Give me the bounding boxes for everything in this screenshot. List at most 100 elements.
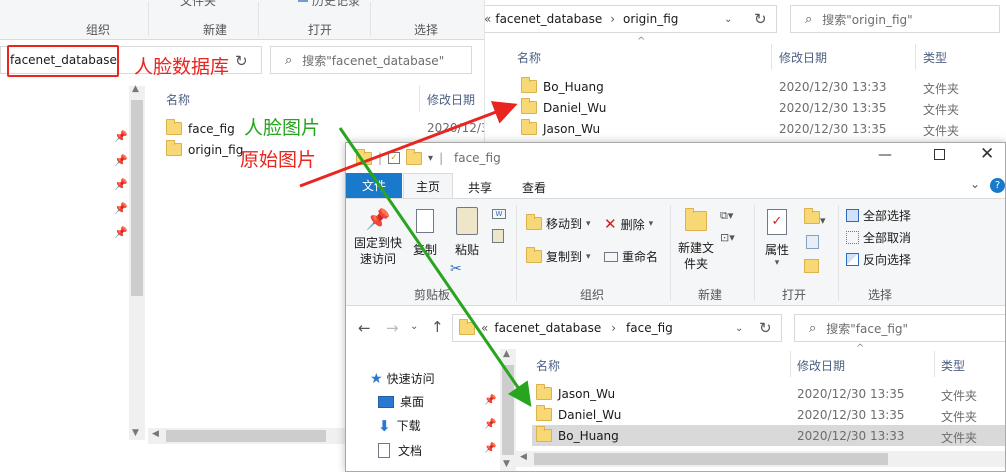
rename-button[interactable]: 重命名 (604, 248, 658, 265)
breadcrumb-item[interactable]: origin_fig (623, 12, 678, 26)
origin-col-name[interactable]: 名称 (517, 49, 541, 66)
sort-up-icon: ^ (856, 343, 865, 354)
left-nav-pane (0, 82, 130, 442)
left-nav-scrollbar[interactable]: ▲ ▼ (129, 84, 145, 440)
help-icon[interactable]: ? (990, 178, 1005, 193)
back-arrow-icon[interactable]: ← (358, 319, 371, 337)
easy-access-icon[interactable]: ⊡▾ (720, 231, 735, 244)
dropdown-icon: ▾ (586, 251, 591, 262)
breadcrumb-item[interactable]: face_fig (626, 321, 673, 335)
properties-button[interactable]: ✓ 属性 ▾ (760, 207, 794, 268)
table-row[interactable]: Jason_Wu (536, 383, 615, 404)
folder-icon (521, 77, 537, 93)
pin-icon[interactable]: 📌 (484, 395, 496, 406)
nav-item-quick-access[interactable]: ★ 快速访问 (370, 368, 435, 389)
close-icon[interactable]: ✕ (980, 144, 994, 164)
minimize-icon[interactable]: — (878, 147, 892, 163)
refresh-icon[interactable]: ↻ (759, 319, 772, 337)
folder-icon (536, 426, 552, 442)
item-name: Daniel_Wu (543, 100, 607, 115)
dropdown-icon: ▾ (648, 219, 654, 229)
cut-icon[interactable]: ✂ (450, 261, 462, 277)
main-nav-scrollbar[interactable]: ▲ ▼ (500, 349, 516, 471)
list-item[interactable]: Bo_Huang (521, 76, 604, 97)
tab-home[interactable]: 主页 (403, 173, 453, 199)
folder-icon[interactable] (406, 148, 423, 165)
main-address-bar[interactable]: « facenet_database › face_fig ⌄ ↻ (452, 314, 782, 342)
folder-icon (521, 119, 537, 135)
breadcrumb-item[interactable]: facenet_database (494, 321, 601, 335)
recent-dropdown-icon[interactable]: ⌄ (410, 321, 418, 332)
new-folder-button[interactable]: 新建文件夹 (676, 207, 716, 272)
refresh-icon[interactable]: ↻ (754, 10, 767, 28)
select-all-button[interactable]: 全部选择 (846, 207, 911, 224)
left-col-name[interactable]: 名称 (166, 91, 190, 108)
select-none-button[interactable]: 全部取消 (846, 229, 911, 246)
paste-shortcut-icon[interactable] (492, 229, 504, 243)
invert-selection-button[interactable]: 反向选择 (846, 251, 911, 268)
dropdown-icon[interactable]: ⌄ (724, 14, 732, 25)
copy-to-button[interactable]: 复制到 ▾ (526, 247, 591, 265)
list-item[interactable]: face_fig (166, 118, 235, 139)
table-row[interactable]: Bo_Huang (536, 425, 619, 446)
folder-icon (521, 98, 537, 114)
edit-icon[interactable] (806, 235, 819, 249)
folder-icon (536, 384, 552, 400)
origin-col-date[interactable]: 修改日期 (779, 49, 827, 66)
face-fig-window: | ✓ ▾ | face_fig — ✕ 文件 主页 共享 查看 ⌄ ? 📌 固… (345, 142, 1006, 472)
pin-icon[interactable]: 📌 (114, 154, 128, 167)
pin-icon[interactable]: 📌 (484, 443, 496, 454)
main-search-box[interactable]: ⌕ 搜索"face_fig" (794, 314, 1005, 342)
group-clipboard: 剪贴板 (413, 288, 450, 302)
main-h-scrollbar[interactable]: ◀ (516, 451, 1005, 467)
left-col-date[interactable]: 修改日期 (427, 91, 475, 108)
new-item-icon[interactable]: ⧉▾ (720, 209, 733, 223)
paste-button[interactable]: 粘贴 (448, 205, 486, 265)
pin-icon[interactable]: 📌 (484, 419, 496, 430)
item-name: Daniel_Wu (558, 407, 622, 422)
main-col-date[interactable]: 修改日期 (797, 357, 845, 374)
copy-button[interactable]: 复制 (408, 205, 442, 265)
pin-icon[interactable]: 📌 (114, 130, 128, 143)
left-group-organize: 组织 (85, 23, 110, 37)
origin-search-box[interactable]: ⌕ 搜索"origin_fig" (790, 5, 1000, 33)
tab-file[interactable]: 文件 (346, 173, 402, 198)
left-ribbon-cut-label-2: 历史记录 (312, 0, 361, 8)
pin-icon[interactable]: 📌 (114, 178, 128, 191)
list-item[interactable]: origin_fig (166, 139, 243, 160)
up-arrow-icon[interactable]: ↑ (431, 318, 444, 336)
nav-item-downloads[interactable]: ⬇ 下载 (378, 415, 421, 436)
move-to-button[interactable]: 移动到 ▾ (526, 214, 591, 232)
pin-quick-access-button[interactable]: 📌 固定到快速访问 (352, 205, 404, 279)
forward-arrow-icon[interactable]: → (386, 319, 399, 337)
left-address-text: facenet_database (10, 53, 117, 67)
tab-view[interactable]: 查看 (522, 179, 546, 196)
maximize-icon[interactable] (934, 149, 945, 160)
breadcrumb-item[interactable]: facenet_database (495, 12, 602, 26)
delete-button[interactable]: ✕ 删除 ▾ (604, 215, 653, 233)
checkbox-icon[interactable]: ✓ (388, 152, 401, 164)
left-refresh-icon[interactable]: ↻ (235, 52, 248, 70)
history-icon[interactable] (804, 259, 819, 273)
list-item[interactable]: Daniel_Wu (521, 97, 606, 118)
pin-icon[interactable]: 📌 (114, 226, 128, 239)
main-col-name[interactable]: 名称 (536, 357, 560, 374)
select-none-label: 全部取消 (863, 231, 912, 245)
nav-item-documents[interactable]: 文档 (378, 440, 422, 461)
copy-path-icon[interactable]: W (492, 209, 506, 219)
origin-address-bar[interactable]: « facenet_database › origin_fig ⌄ ↻ (485, 5, 777, 33)
table-row[interactable]: Daniel_Wu (536, 404, 621, 425)
open-icon[interactable]: ▾ (804, 208, 826, 227)
dropdown-icon[interactable]: ⌄ (735, 323, 743, 334)
search-icon: ⌕ (809, 320, 817, 336)
pin-icon[interactable]: 📌 (114, 202, 128, 215)
left-search-box[interactable]: ⌕ 搜索"facenet_database" (270, 46, 472, 74)
list-item[interactable]: Jason_Wu (521, 118, 600, 139)
tab-share[interactable]: 共享 (468, 179, 492, 196)
folder-icon (459, 318, 475, 335)
nav-item-desktop[interactable]: 桌面 (378, 391, 424, 412)
main-col-type[interactable]: 类型 (941, 357, 965, 374)
dropdown-icon[interactable]: ▾ (428, 153, 433, 164)
chevron-down-icon[interactable]: ⌄ (970, 177, 980, 191)
origin-col-type[interactable]: 类型 (923, 49, 947, 66)
